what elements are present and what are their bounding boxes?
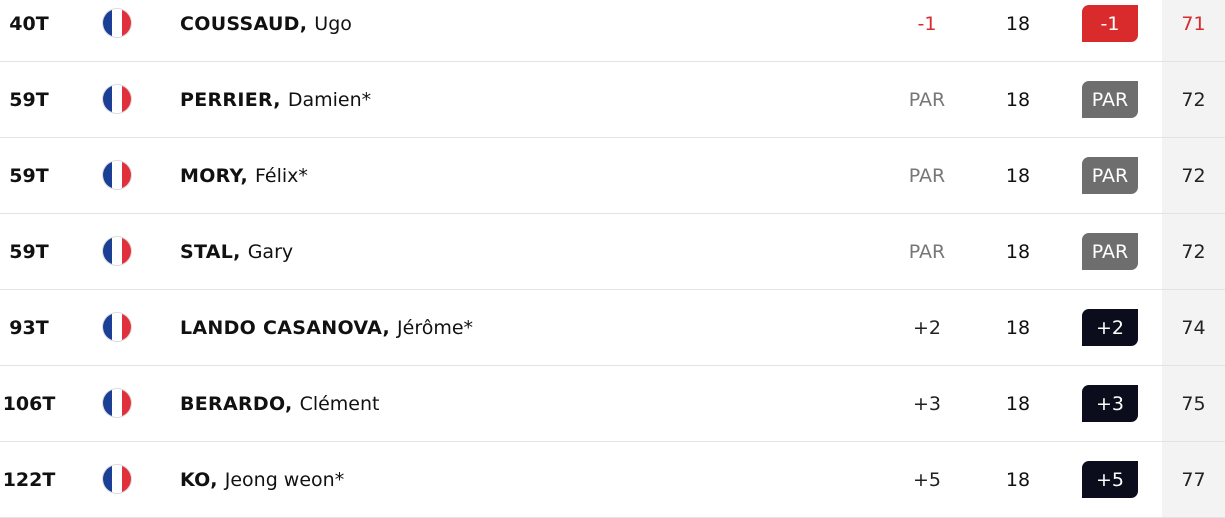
round-score-badge: PAR [1082,81,1138,118]
total-strokes: 75 [1162,366,1225,441]
round-score-badge: +3 [1082,385,1138,422]
round-score-badge: +5 [1082,461,1138,498]
score-to-par: +5 [912,468,941,491]
score-to-par: PAR [908,240,946,263]
player-name-link[interactable]: PERRIER, Damien* [180,62,371,137]
player-first-name: Clément [299,392,380,415]
total-strokes: 77 [1162,442,1225,517]
total-strokes: 74 [1162,290,1225,365]
table-row[interactable]: 106T BERARDO, Clément +3 18 +3 75 [0,366,1225,442]
player-last-name: KO, [180,468,218,491]
table-row[interactable]: 59T STAL, Gary PAR 18 PAR 72 [0,214,1225,290]
table-row[interactable]: 59T MORY, Félix* PAR 18 PAR 72 [0,138,1225,214]
player-last-name: PERRIER, [180,88,281,111]
player-position: 122T [2,468,56,491]
france-flag-icon [103,161,131,189]
leaderboard-table: 40T COUSSAUD, Ugo -1 18 -1 71 59T PERRIER… [0,0,1225,518]
player-last-name: LANDO CASANOVA, [180,316,391,339]
score-to-par: -1 [917,12,937,35]
holes-thru: 18 [1005,316,1031,339]
score-to-par: +2 [912,316,941,339]
score-to-par: PAR [908,88,946,111]
player-position: 59T [9,240,49,263]
player-name-link[interactable]: BERARDO, Clément [180,366,380,441]
player-name-link[interactable]: STAL, Gary [180,214,293,289]
holes-thru: 18 [1005,468,1031,491]
player-position: 93T [9,316,49,339]
score-to-par: PAR [908,164,946,187]
table-row[interactable]: 59T PERRIER, Damien* PAR 18 PAR 72 [0,62,1225,138]
holes-thru: 18 [1005,164,1031,187]
player-name-link[interactable]: KO, Jeong weon* [180,442,344,517]
player-first-name: Gary [247,240,294,263]
score-to-par: +3 [912,392,941,415]
player-position: 40T [9,12,49,35]
player-first-name: Félix* [254,164,308,187]
holes-thru: 18 [1005,12,1031,35]
total-strokes: 72 [1162,138,1225,213]
total-strokes: 71 [1162,0,1225,61]
player-first-name: Ugo [314,12,352,35]
player-first-name: Jeong weon* [224,468,345,491]
player-name-link[interactable]: MORY, Félix* [180,138,308,213]
france-flag-icon [103,465,131,493]
table-row[interactable]: 40T COUSSAUD, Ugo -1 18 -1 71 [0,0,1225,62]
france-flag-icon [103,389,131,417]
holes-thru: 18 [1005,240,1031,263]
total-strokes: 72 [1162,214,1225,289]
player-last-name: BERARDO, [180,392,293,415]
player-last-name: STAL, [180,240,241,263]
round-score-badge: +2 [1082,309,1138,346]
france-flag-icon [103,313,131,341]
player-name-link[interactable]: LANDO CASANOVA, Jérôme* [180,290,473,365]
france-flag-icon [103,237,131,265]
player-last-name: MORY, [180,164,248,187]
player-position: 59T [9,88,49,111]
player-position: 59T [9,164,49,187]
player-name-link[interactable]: COUSSAUD, Ugo [180,0,352,61]
table-row[interactable]: 93T LANDO CASANOVA, Jérôme* +2 18 +2 74 [0,290,1225,366]
player-position: 106T [2,392,56,415]
round-score-badge: -1 [1082,5,1138,42]
round-score-badge: PAR [1082,157,1138,194]
france-flag-icon [103,9,131,37]
france-flag-icon [103,85,131,113]
round-score-badge: PAR [1082,233,1138,270]
player-last-name: COUSSAUD, [180,12,308,35]
total-strokes: 72 [1162,62,1225,137]
player-first-name: Jérôme* [397,316,474,339]
holes-thru: 18 [1005,392,1031,415]
table-row[interactable]: 122T KO, Jeong weon* +5 18 +5 77 [0,442,1225,518]
holes-thru: 18 [1005,88,1031,111]
player-first-name: Damien* [287,88,372,111]
